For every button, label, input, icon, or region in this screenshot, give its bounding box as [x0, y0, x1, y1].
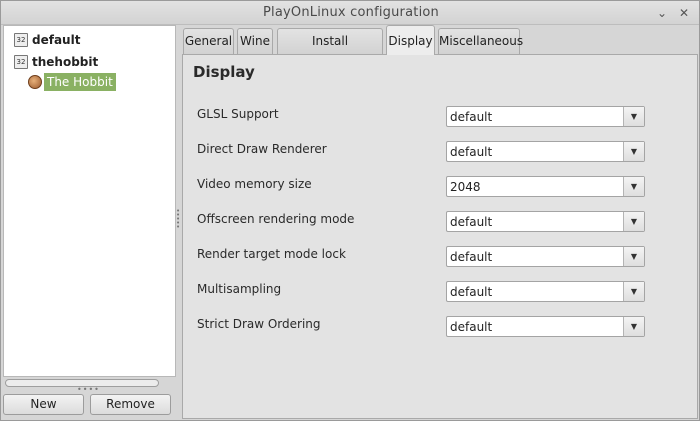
prefix-32bit-icon: 32	[14, 55, 28, 69]
direct-draw-renderer-select[interactable]: default ▼	[446, 141, 645, 162]
select-value: default	[450, 215, 493, 229]
dropdown-arrow-icon[interactable]: ▼	[623, 212, 644, 231]
dropdown-arrow-icon[interactable]: ▼	[623, 107, 644, 126]
setting-label: Multisampling	[197, 282, 282, 296]
setting-label: Render target mode lock	[197, 247, 346, 261]
tab-install-components[interactable]: Install components	[277, 28, 383, 72]
strict-draw-ordering-select[interactable]: default ▼	[446, 316, 645, 337]
game-icon	[28, 75, 42, 89]
resize-grip-icon[interactable]: ••••	[77, 385, 100, 394]
select-value: default	[450, 320, 493, 334]
tree-item-label: The Hobbit	[44, 73, 116, 91]
tab-miscellaneous[interactable]: Miscellaneous	[438, 28, 523, 54]
setting-label: Strict Draw Ordering	[197, 317, 321, 331]
video-memory-size-select[interactable]: 2048 ▼	[446, 176, 645, 197]
select-value: 2048	[450, 180, 481, 194]
offscreen-rendering-mode-select[interactable]: default ▼	[446, 211, 645, 232]
display-panel: Display GLSL Support default ▼ Direct Dr…	[182, 54, 698, 419]
config-window: PlayOnLinux configuration ⌄ ✕ 32 default…	[0, 0, 700, 421]
prefix-32bit-icon: 32	[14, 33, 28, 47]
dropdown-arrow-icon[interactable]: ▼	[623, 142, 644, 161]
tree-item-default[interactable]: 32 default	[14, 30, 80, 50]
pane-splitter-icon[interactable]: • • • • •	[176, 208, 180, 231]
title-bar[interactable]: PlayOnLinux configuration ⌄ ✕	[1, 1, 699, 25]
prefix-tree: 32 default 32 thehobbit The Hobbit	[3, 25, 176, 377]
setting-label: Offscreen rendering mode	[197, 212, 355, 226]
new-button[interactable]: New	[3, 394, 84, 415]
tree-item-label: thehobbit	[32, 55, 99, 69]
select-value: default	[450, 285, 493, 299]
window-title: PlayOnLinux configuration	[263, 5, 439, 20]
minimize-icon[interactable]: ⌄	[653, 4, 671, 22]
render-target-mode-lock-select[interactable]: default ▼	[446, 246, 645, 267]
setting-label: GLSL Support	[197, 107, 279, 121]
setting-label: Video memory size	[197, 177, 312, 191]
remove-button[interactable]: Remove	[90, 394, 171, 415]
dropdown-arrow-icon[interactable]: ▼	[623, 282, 644, 301]
tree-item-the-hobbit[interactable]: The Hobbit	[28, 72, 116, 92]
section-title: Display	[193, 63, 255, 81]
tree-item-label: default	[32, 33, 81, 47]
multisampling-select[interactable]: default ▼	[446, 281, 645, 302]
tab-wine[interactable]: Wine	[237, 28, 273, 54]
tab-display[interactable]: Display	[386, 25, 435, 55]
close-icon[interactable]: ✕	[675, 4, 693, 22]
setting-label: Direct Draw Renderer	[197, 142, 327, 156]
glsl-support-select[interactable]: default ▼	[446, 106, 645, 127]
tab-general[interactable]: General	[183, 28, 234, 54]
select-value: default	[450, 110, 493, 124]
dropdown-arrow-icon[interactable]: ▼	[623, 317, 644, 336]
tree-item-thehobbit[interactable]: 32 thehobbit	[14, 52, 98, 72]
dropdown-arrow-icon[interactable]: ▼	[623, 177, 644, 196]
select-value: default	[450, 250, 493, 264]
select-value: default	[450, 145, 493, 159]
dropdown-arrow-icon[interactable]: ▼	[623, 247, 644, 266]
